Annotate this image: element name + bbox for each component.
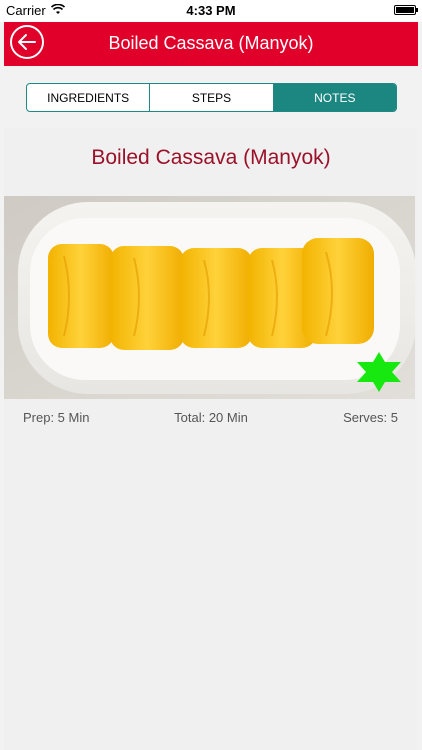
serves-count: Serves: 5 (343, 410, 398, 425)
tab-ingredients[interactable]: INGREDIENTS (27, 84, 151, 111)
recipe-title: Boiled Cassava (Manyok) (91, 146, 331, 169)
segmented-tabs: INGREDIENTS STEPS NOTES (26, 83, 397, 112)
tab-notes[interactable]: NOTES (273, 84, 396, 111)
back-button[interactable] (10, 25, 44, 59)
tab-steps[interactable]: STEPS (150, 84, 274, 111)
nav-title: Boiled Cassava (Manyok) (108, 33, 314, 53)
status-bar: Carrier 4:33 PM (0, 0, 422, 22)
nav-bar: Boiled Cassava (Manyok) (4, 22, 418, 66)
battery-icon (394, 5, 418, 15)
star-icon[interactable] (355, 352, 403, 392)
back-arrow-icon (18, 34, 36, 50)
status-time: 4:33 PM (186, 3, 236, 18)
recipe-photo (4, 196, 415, 399)
